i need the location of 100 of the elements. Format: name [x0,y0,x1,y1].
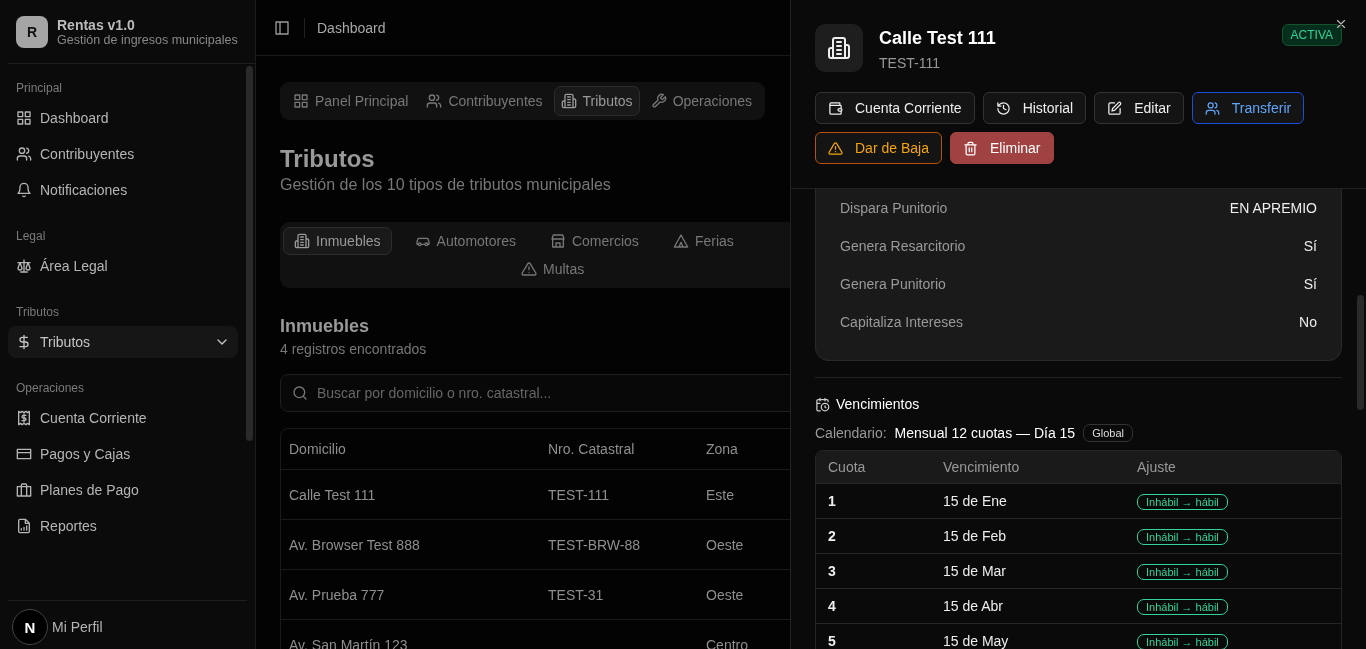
app-subtitle: Gestión de ingresos municipales [57,33,238,47]
sidebar-item[interactable]: Cuenta Corriente [8,402,238,434]
property-value: Sí [1303,276,1317,292]
briefcase-icon [16,482,32,498]
column-header: Vencimiento [942,459,1021,475]
scrollbar-thumb[interactable] [246,66,253,441]
nav-tab[interactable]: Contribuyentes [419,86,550,116]
action-button[interactable]: Editar [1094,92,1184,124]
column-header: Zona [705,441,738,457]
sidebar-item[interactable]: Área Legal [8,250,238,282]
property-label: Genera Punitorio [840,276,946,292]
grid-icon [293,93,309,109]
table-cell-text: Calle Test 111 [288,486,377,503]
table-cell: 2 [828,528,836,544]
property-label: Dispara Punitorio [840,200,948,216]
table-cell: 4 [828,598,836,614]
users-icon [16,146,32,162]
type-tab[interactable]: Inmuebles [283,227,392,255]
nav-tab[interactable]: Tributos [553,86,640,116]
table-cell-text: Av. Prueba 777 [288,586,386,603]
dollar-icon [16,334,32,350]
credit-card-icon [16,446,32,462]
sidebar-item[interactable]: Notificaciones [8,174,238,206]
table-cell: 3 [828,563,836,579]
sidebar-item[interactable]: Mi Perfil [48,611,247,643]
property-value: Sí [1303,238,1317,254]
column-header: Nro. Catastral [547,441,636,457]
tent-icon [672,233,689,249]
warning-icon [828,140,843,156]
building-icon [815,24,863,72]
nav-tab[interactable]: Panel Principal [286,86,416,116]
table-cell-text: Oeste [705,536,744,553]
status-badge: ACTIVA [1281,24,1342,46]
sidebar-item[interactable]: Contribuyentes [8,138,238,170]
table-cell-text: TEST-31 [547,586,605,603]
nav-tab[interactable]: Operaciones [643,86,759,116]
type-tab[interactable]: Multas [510,255,600,283]
drawer-code: TEST-111 [879,55,941,71]
wrench-icon [650,93,667,109]
users-icon [426,93,443,109]
sidebar-item[interactable]: Tributos [8,326,238,358]
table-cell-text: Av. Browser Test 888 [288,536,421,553]
sidebar-item[interactable]: Planes de Pago [8,474,238,506]
scales-icon [16,258,32,274]
calendar-clock-icon [815,396,830,412]
property-label: Capitaliza Intereses [840,314,963,330]
dev-badge[interactable]: N [12,609,48,645]
record-count: 4 registros encontrados [280,341,427,357]
document-chart-icon [16,518,32,534]
table-cell-text: Centro [705,636,749,649]
drawer-title: Calle Test 111 [879,28,997,49]
type-tab[interactable]: Ferias [661,227,772,255]
group-label: Operaciones [15,380,86,397]
warning-icon [521,261,537,277]
property-value: No [1299,314,1317,330]
calendar-value: Mensual 12 cuotas — Día 15 [894,425,1076,441]
action-button[interactable]: Cuenta Corriente [815,92,975,124]
trash-icon [962,140,978,156]
property-value: EN APREMIO [1229,200,1317,216]
sidebar-item[interactable]: Dashboard [8,102,238,134]
group-label: Principal [15,80,64,97]
action-button[interactable]: Transferir [1191,92,1305,124]
scrollbar-thumb[interactable] [1357,295,1364,410]
property-label: Genera Resarcitorio [840,238,966,254]
sidebar-item[interactable]: Pagos y Cajas [8,438,238,470]
users-icon [1204,100,1220,116]
table-cell-text: Av. San Martín 123 [288,636,409,649]
table-cell-text: Este [705,486,734,503]
bell-icon [16,182,32,198]
group-label: Tributos [15,304,60,321]
table-cell-text: TEST-BRW-88 [547,536,642,553]
adjustment-badge: Inhábil → hábil [1137,564,1228,580]
page-title: Tributos [280,144,375,174]
table-cell: 1 [828,493,836,509]
close-icon[interactable] [1334,17,1348,31]
app-title: Rentas v1.0 [57,17,136,33]
action-button[interactable]: Historial [982,92,1087,124]
calendar-label: Calendario: [815,425,887,441]
delete-button[interactable]: Eliminar [949,132,1054,164]
building-icon [294,233,310,249]
column-header: Cuota [827,459,867,475]
action-button[interactable]: Dar de Baja [815,132,942,164]
table-cell: 15 de Feb [943,528,1007,544]
sidebar-item[interactable]: Reportes [8,510,238,542]
adjustment-badge: Inhábil → hábil [1137,494,1228,510]
table-cell: 15 de Abr [943,598,1003,614]
grid-icon [16,110,32,126]
page-subtitle: Gestión de los 10 tipos de tributos municipales [280,176,611,194]
breadcrumb: Dashboard [304,17,386,38]
column-header: Ajuste [1136,459,1176,475]
building-icon [560,93,577,109]
sidebar-toggle-icon[interactable] [274,19,290,36]
type-tab[interactable]: Automotores [403,227,527,255]
table-cell: 15 de Ene [943,493,1007,509]
column-header: Domicilio [288,441,347,457]
type-tab[interactable]: Comercios [538,227,650,255]
scope-badge: Global [1083,424,1133,442]
section-title: Vencimientos [836,396,920,412]
table-cell: 5 [828,633,836,649]
table-cell: 15 de Mar [943,563,1007,579]
